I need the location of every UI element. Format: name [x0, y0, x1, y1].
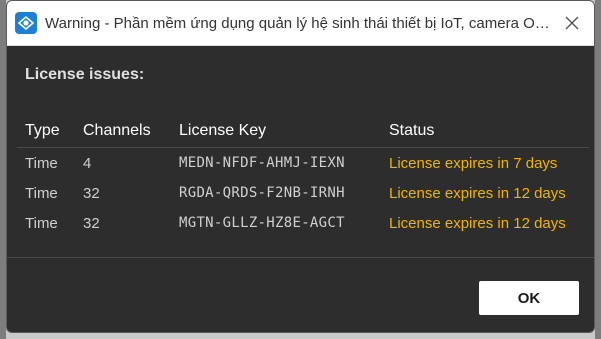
column-header-type: Type	[17, 115, 75, 148]
cell-type: Time	[25, 214, 58, 232]
cell-license-key: MEDN-NFDF-AHMJ-IEXN	[179, 155, 345, 171]
cell-status: License expires in 7 days	[389, 154, 558, 172]
column-header-status: Status	[381, 115, 589, 148]
cell-channels: 32	[83, 214, 100, 232]
cell-license-key: RGDA-QRDS-F2NB-IRNH	[179, 185, 345, 201]
cell-license-key: MGTN-GLLZ-HZ8E-AGCT	[179, 215, 345, 231]
eye-logo-icon	[15, 12, 37, 34]
table-row: Time 4 MEDN-NFDF-AHMJ-IEXN License expir…	[17, 148, 589, 179]
footer-divider	[7, 257, 594, 258]
dialog-body: License issues: Type Channels License Ke…	[7, 45, 594, 332]
warning-dialog: Warning - Phần mềm ứng dụng quản lý hệ s…	[6, 0, 595, 333]
cell-type: Time	[25, 184, 58, 202]
table-header-row: Type Channels License Key Status	[17, 115, 589, 148]
table-row: Time 32 RGDA-QRDS-F2NB-IRNH License expi…	[17, 178, 589, 208]
close-icon	[565, 16, 579, 30]
column-header-channels: Channels	[75, 115, 171, 148]
background-app-edge-right	[595, 0, 601, 339]
table-row: Time 32 MGTN-GLLZ-HZ8E-AGCT License expi…	[17, 208, 589, 238]
cell-channels: 4	[83, 154, 92, 172]
license-table: Type Channels License Key Status Time 4 …	[17, 115, 589, 238]
column-header-license-key: License Key	[171, 115, 381, 148]
title-bar[interactable]: Warning - Phần mềm ứng dụng quản lý hệ s…	[7, 1, 594, 46]
close-button[interactable]	[552, 1, 592, 45]
cell-status: License expires in 12 days	[389, 214, 566, 232]
ok-button[interactable]: OK	[479, 281, 579, 315]
window-title: Warning - Phần mềm ứng dụng quản lý hệ s…	[45, 14, 552, 32]
cell-type: Time	[25, 154, 58, 172]
cell-channels: 32	[83, 184, 100, 202]
cell-status: License expires in 12 days	[389, 184, 566, 202]
license-issues-heading: License issues:	[25, 66, 145, 83]
